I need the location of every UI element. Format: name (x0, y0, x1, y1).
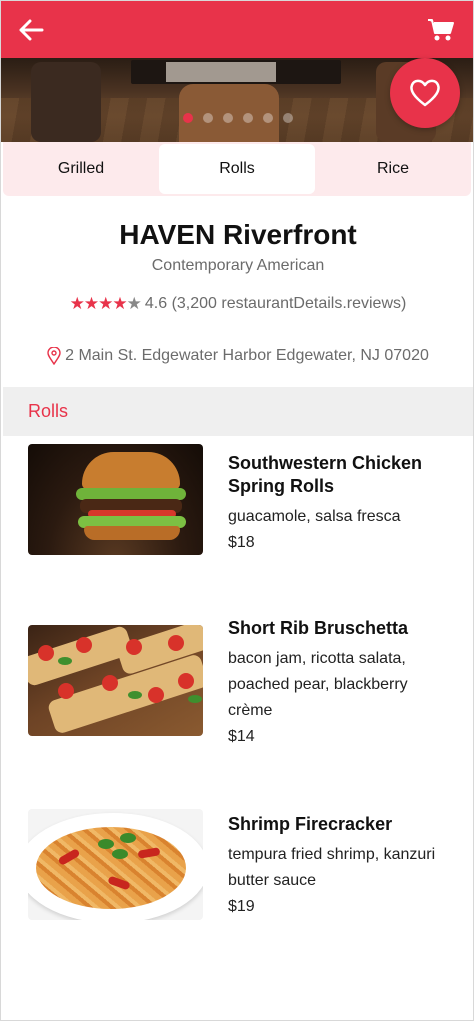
carousel-dot[interactable] (263, 113, 273, 123)
menu-item-name: Southwestern Chicken Spring Rolls (228, 453, 423, 496)
carousel-dot[interactable] (223, 113, 233, 123)
shopping-cart-icon[interactable] (425, 15, 457, 45)
menu-item-price: $18 (228, 534, 255, 551)
map-pin-icon (47, 347, 61, 365)
menu-item-name: Short Rib Bruschetta (228, 618, 409, 638)
carousel-dot[interactable] (243, 113, 253, 123)
tab-rice[interactable]: Rice (315, 142, 471, 196)
tab-rolls[interactable]: Rolls (159, 144, 315, 194)
rating-text[interactable]: 4.6 (3,200 restaurantDetails.reviews) (145, 295, 406, 313)
restaurant-name: HAVEN Riverfront (119, 219, 357, 250)
flatbread-pizza-photo (28, 625, 203, 736)
section-title: Rolls (28, 401, 69, 421)
favorite-button[interactable] (390, 58, 460, 128)
menu-item-description: bacon jam, ricotta salata, poached pear,… (228, 650, 408, 719)
heart-icon (410, 79, 440, 107)
menu-item[interactable]: Short Rib Bruschetta bacon jam, ricotta … (28, 618, 458, 755)
menu-item-description: tempura fried shrimp, kanzuri butter sau… (228, 846, 436, 889)
restaurant-cuisine: Contemporary American (151, 257, 325, 274)
rating-row: ★★★★★ 4.6 (3,200 restaurantDetails.revie… (1, 294, 473, 314)
pasta-photo (28, 809, 203, 920)
star-rating-icon: ★★★★★ (69, 294, 142, 313)
carousel-dot[interactable] (203, 113, 213, 123)
tab-grilled[interactable]: Grilled (3, 142, 159, 196)
menu-item-price: $19 (228, 898, 255, 915)
top-nav-bar (1, 1, 473, 58)
menu-section-header: Rolls (3, 387, 473, 436)
address-row[interactable]: 2 Main St. Edgewater Harbor Edgewater, N… (1, 347, 473, 365)
app-frame: Grilled Rolls Rice HAVEN Riverfront Cont… (0, 0, 474, 1021)
menu-item-price: $14 (228, 728, 255, 745)
menu-item[interactable]: Shrimp Firecracker tempura fried shrimp,… (28, 809, 458, 924)
category-tabs: Grilled Rolls Rice (3, 142, 471, 196)
carousel-dot[interactable] (283, 113, 293, 123)
burger-photo (28, 444, 203, 555)
menu-item-description: guacamole, salsa fresca (228, 508, 401, 525)
menu-item-details: Short Rib Bruschetta bacon jam, ricotta … (228, 617, 448, 750)
carousel-dot[interactable] (183, 113, 193, 123)
menu-item-details: Southwestern Chicken Spring Rolls guacam… (228, 452, 448, 556)
back-arrow-icon[interactable] (15, 15, 47, 45)
restaurant-address: 2 Main St. Edgewater Harbor Edgewater, N… (65, 347, 429, 364)
menu-item-name: Shrimp Firecracker (228, 814, 393, 834)
menu-item-details: Shrimp Firecracker tempura fried shrimp,… (228, 813, 448, 920)
menu-item[interactable]: Southwestern Chicken Spring Rolls guacam… (28, 444, 458, 559)
